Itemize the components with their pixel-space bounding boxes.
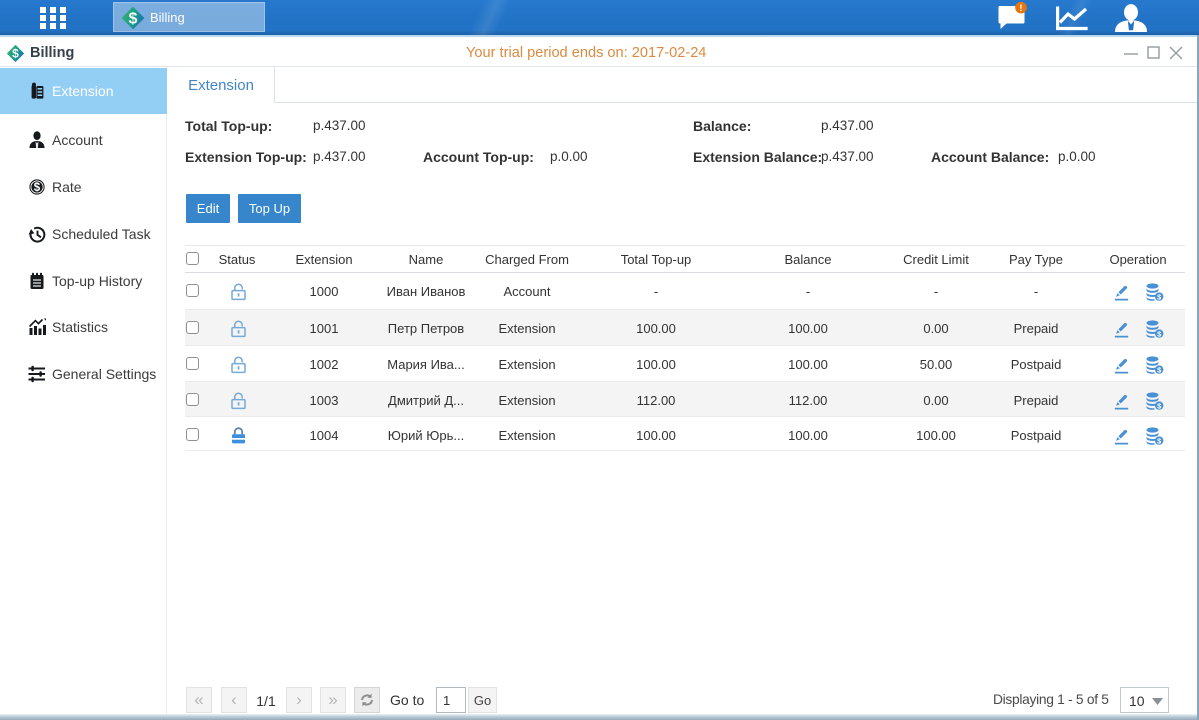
svg-text:$: $ — [12, 47, 19, 61]
svg-text:!: ! — [1019, 3, 1022, 14]
svg-text:$: $ — [34, 182, 41, 194]
svg-text:$: $ — [129, 11, 138, 28]
